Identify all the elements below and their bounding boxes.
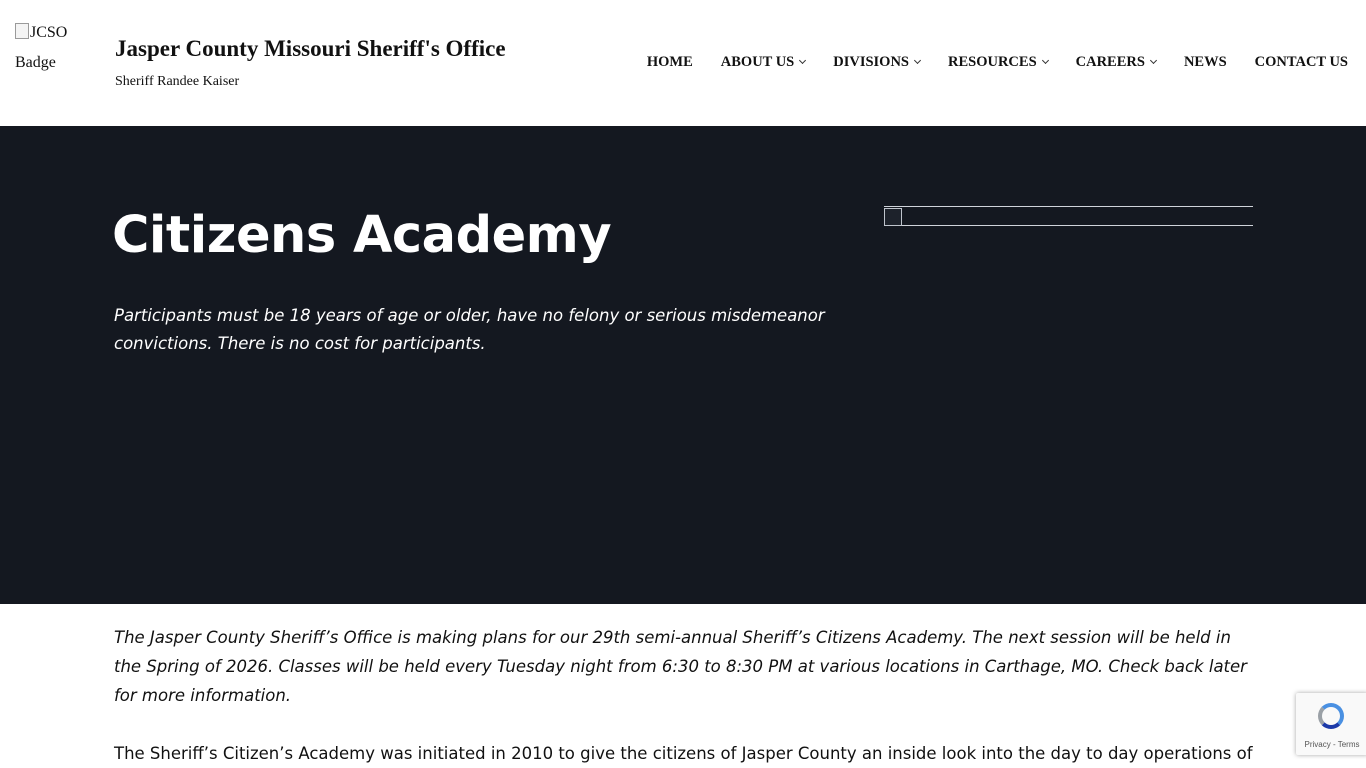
nav-item-resources[interactable]: RESOURCES [948,54,1049,71]
intro-paragraph: The Jasper County Sheriff’s Office is ma… [114,628,1247,705]
nav-item-about-us[interactable]: ABOUT US [721,54,807,71]
hero-subtitle: Participants must be 18 years of age or … [114,306,825,353]
hero-section: Citizens Academy Participants must be 18… [0,126,1366,604]
hero-image [884,206,1253,226]
nav-item-home[interactable]: HOME [647,54,693,71]
broken-image-icon [15,23,29,39]
site-logo[interactable]: JCSO Badge [15,18,95,88]
chevron-down-icon [913,56,922,64]
main-content: The Jasper County Sheriff’s Office is ma… [114,623,1254,768]
recaptcha-terms-link[interactable]: Terms [1338,740,1360,749]
recaptcha-privacy-link[interactable]: Privacy [1305,740,1331,749]
chevron-down-icon [1149,56,1157,64]
nav-item-careers[interactable]: CAREERS [1076,54,1157,71]
recaptcha-icon [1318,703,1344,729]
nav-item-contact-us[interactable]: CONTACT US [1255,54,1348,71]
nav-item-divisions[interactable]: DIVISIONS [833,54,922,71]
site-header: JCSO Badge Jasper County Missouri Sherif… [0,0,1366,126]
recaptcha-separator: - [1330,740,1338,749]
body-paragraph: The Sheriff’s Citizen’s Academy was init… [114,744,1253,763]
main-nav: HOME ABOUT US DIVISIONS RESOURCES CAREER… [647,52,1348,72]
broken-image-icon [884,208,902,226]
recaptcha-badge[interactable]: Privacy - Terms [1296,693,1366,755]
site-tagline: Sheriff Randee Kaiser [115,74,240,89]
recaptcha-links: Privacy - Terms [1296,740,1366,749]
chevron-down-icon [799,56,807,64]
site-title[interactable]: Jasper County Missouri Sheriff's Office [115,36,506,62]
page-title: Citizens Academy [112,206,612,265]
nav-item-news[interactable]: NEWS [1184,54,1227,71]
chevron-down-icon [1041,56,1049,64]
